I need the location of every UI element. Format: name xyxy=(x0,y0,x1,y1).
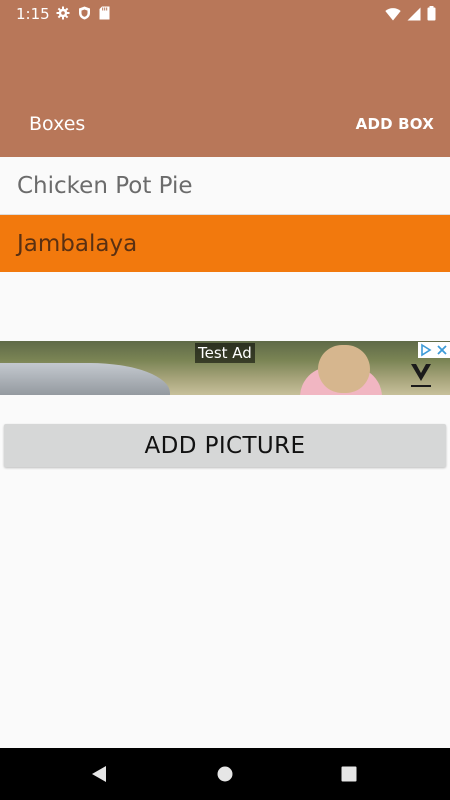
sd-card-icon xyxy=(99,6,110,20)
wifi-icon xyxy=(385,7,401,21)
list-item-selected[interactable]: Jambalaya xyxy=(0,215,450,272)
box-list: Chicken Pot Pie Jambalaya xyxy=(0,157,450,272)
ad-image-person-head xyxy=(318,345,370,393)
recents-icon[interactable] xyxy=(341,766,357,786)
list-item[interactable]: Chicken Pot Pie xyxy=(0,157,450,214)
app-screen: 1:15 Boxes ADD BOX Chicken Pot Pie Jamba… xyxy=(0,0,450,800)
ad-label: Test Ad xyxy=(195,343,255,363)
shield-icon xyxy=(78,6,91,20)
status-bar: 1:15 xyxy=(0,0,450,28)
ad-image-car xyxy=(0,363,170,395)
toolbar-title: Boxes xyxy=(29,113,86,135)
navigation-bar xyxy=(0,748,450,800)
home-icon[interactable] xyxy=(217,766,233,786)
ad-banner[interactable]: Test Ad xyxy=(0,341,450,395)
close-icon[interactable] xyxy=(434,342,450,358)
list-item-label: Chicken Pot Pie xyxy=(17,172,193,199)
status-left-icons xyxy=(56,6,110,20)
signal-icon xyxy=(407,7,421,21)
brand-logo-icon xyxy=(408,361,434,391)
status-right-icons xyxy=(385,6,436,21)
back-icon[interactable] xyxy=(91,765,107,787)
battery-icon xyxy=(427,6,436,21)
list-item-label: Jambalaya xyxy=(17,230,138,257)
status-time: 1:15 xyxy=(16,5,50,23)
app-bar: 1:15 Boxes ADD BOX xyxy=(0,0,450,157)
add-box-button[interactable]: ADD BOX xyxy=(356,114,434,134)
gear-icon xyxy=(56,6,70,20)
add-picture-button[interactable]: ADD PICTURE xyxy=(4,424,446,467)
adchoices-icon[interactable] xyxy=(418,342,434,358)
